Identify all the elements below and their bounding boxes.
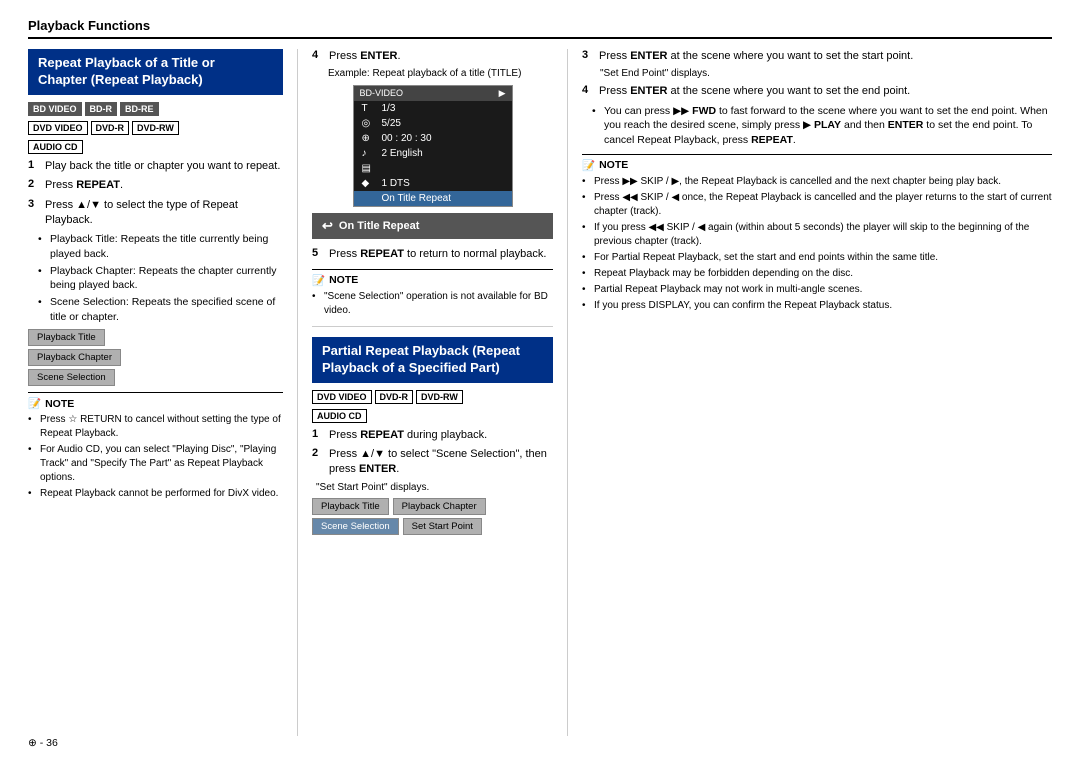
menu-row-dts: ◆1 DTS (354, 176, 512, 191)
note-icon-left: 📝 (28, 397, 41, 410)
right-step-3: 3 Press ENTER at the scene where you wan… (582, 49, 1052, 64)
partial-ui-btn-row-1: Playback Title Playback Chapter (312, 498, 553, 515)
note-icon-right: 📝 (582, 159, 595, 172)
partial-ui-btn-row-2: Scene Selection Set Start Point (312, 518, 553, 535)
note-icon-mid: 📝 (312, 274, 325, 287)
note-box-left: 📝 NOTE Press ☆ RETURN to cancel without … (28, 392, 283, 501)
partial-badge-dvd-r: DVD-R (375, 390, 414, 404)
right-step4-bullets: You can press ▶▶ FWD to fast forward to … (592, 104, 1052, 148)
page-title: Playback Functions (28, 18, 150, 33)
partial-step-2: 2 Press ▲/▼ to select "Scene Selection",… (312, 447, 553, 478)
step-2: 2 Press REPEAT. (28, 178, 283, 193)
menu-header: BD-VIDEO ▶ (354, 86, 512, 101)
badge-dvd-video: DVD VIDEO (28, 121, 88, 135)
page-number: ⊕ - 36 (28, 737, 58, 749)
menu-row-title: T1/3 (354, 101, 512, 116)
note-item-right-2: Press ◀◀ SKIP / ◀ once, the Repeat Playb… (582, 191, 1052, 219)
mid-step-4: 4 Press ENTER. (312, 49, 553, 64)
partial-btn-scene: Scene Selection (312, 518, 399, 535)
col-left: Repeat Playback of a Title or Chapter (R… (28, 49, 298, 736)
partial-section-title: Partial Repeat Playback (Repeat Playback… (312, 337, 553, 383)
badge-bd-r: BD-R (85, 102, 118, 116)
note-item-1: Press ☆ RETURN to cancel without setting… (28, 413, 283, 441)
right-step-4: 4 Press ENTER at the scene where you wan… (582, 84, 1052, 99)
partial-ui-buttons: Playback Title Playback Chapter Scene Se… (312, 498, 553, 535)
badge-bd-video: BD VIDEO (28, 102, 82, 116)
note-item-3: Repeat Playback cannot be performed for … (28, 487, 283, 501)
ui-btn-row-1: Playback Title (28, 329, 283, 346)
menu-row-chapter: ◎5/25 (354, 116, 512, 131)
note-item-mid-1: "Scene Selection" operation is not avail… (312, 290, 553, 318)
main-grid: Repeat Playback of a Title or Chapter (R… (28, 49, 1052, 736)
col-mid: 4 Press ENTER. Example: Repeat playback … (298, 49, 568, 736)
repeat-section-title: Repeat Playback of a Title or Chapter (R… (28, 49, 283, 95)
example-text: Example: Repeat playback of a title (TIT… (328, 68, 553, 79)
note-item-right-6: Partial Repeat Playback may not work in … (582, 283, 1052, 297)
format-badges-row2: DVD VIDEO DVD-R DVD-RW (28, 121, 283, 135)
btn-playback-title: Playback Title (28, 329, 105, 346)
on-title-icon: ↩ (322, 218, 333, 234)
bullet-scene-selection: Scene Selection: Repeats the specified s… (38, 295, 283, 324)
mid-step-5: 5 Press REPEAT to return to normal playb… (312, 247, 553, 262)
partial-badge-dvd-rw: DVD-RW (416, 390, 463, 404)
btn-scene-selection: Scene Selection (28, 369, 115, 386)
bullet-playback-title: Playback Title: Repeats the title curren… (38, 232, 283, 261)
menu-screenshot: BD-VIDEO ▶ T1/3 ◎5/25 ⊕00 : 20 : 30 ♪2 E… (353, 85, 513, 207)
badge-dvd-r: DVD-R (91, 121, 130, 135)
repeat-type-bullets: Playback Title: Repeats the title curren… (38, 232, 283, 324)
page: Playback Functions Repeat Playback of a … (0, 0, 1080, 763)
format-badges-row1: BD VIDEO BD-R BD-RE (28, 102, 283, 116)
mid-divider (312, 326, 553, 327)
note-item-right-4: For Partial Repeat Playback, set the sta… (582, 251, 1052, 265)
menu-row-on-title: On Title Repeat (354, 191, 512, 206)
page-footer: ⊕ - 36 (28, 737, 58, 749)
partial-badges-row1: DVD VIDEO DVD-R DVD-RW (312, 390, 553, 404)
right-step3-sub: "Set End Point" displays. (600, 68, 1052, 79)
note-box-mid: 📝 NOTE "Scene Selection" operation is no… (312, 269, 553, 318)
col-right: 3 Press ENTER at the scene where you wan… (568, 49, 1052, 736)
on-title-bar: ↩ On Title Repeat (312, 213, 553, 239)
partial-btn-title: Playback Title (312, 498, 389, 515)
note-item-right-1: Press ▶▶ SKIP / ▶, the Repeat Playback i… (582, 175, 1052, 189)
partial-sub-note: "Set Start Point" displays. (316, 482, 553, 493)
note-item-right-3: If you press ◀◀ SKIP / ◀ again (within a… (582, 221, 1052, 249)
note-item-right-7: If you press DISPLAY, you can confirm th… (582, 299, 1052, 313)
right-bullet-fwd: You can press ▶▶ FWD to fast forward to … (592, 104, 1052, 148)
ui-btn-row-3: Scene Selection (28, 369, 283, 386)
partial-badge-dvd-video: DVD VIDEO (312, 390, 372, 404)
note-title-mid: 📝 NOTE (312, 274, 553, 287)
ui-btn-row-2: Playback Chapter (28, 349, 283, 366)
partial-btn-chapter: Playback Chapter (393, 498, 486, 515)
badge-audio-cd: AUDIO CD (28, 140, 83, 154)
step-1: 1 Play back the title or chapter you wan… (28, 159, 283, 174)
partial-btn-start: Set Start Point (403, 518, 482, 535)
menu-row-time: ⊕00 : 20 : 30 (354, 131, 512, 146)
partial-section: Partial Repeat Playback (Repeat Playback… (312, 337, 553, 535)
badge-dvd-rw: DVD-RW (132, 121, 179, 135)
format-badges-row3: AUDIO CD (28, 140, 283, 154)
menu-row-subtitle: ▤ (354, 161, 512, 176)
menu-row-audio: ♪2 English (354, 146, 512, 161)
partial-step-1: 1 Press REPEAT during playback. (312, 428, 553, 443)
note-title-right: 📝 NOTE (582, 159, 1052, 172)
partial-badge-audio-cd: AUDIO CD (312, 409, 367, 423)
note-item-right-5: Repeat Playback may be forbidden dependi… (582, 267, 1052, 281)
page-header: Playback Functions (28, 18, 1052, 39)
badge-bd-re: BD-RE (120, 102, 159, 116)
btn-playback-chapter: Playback Chapter (28, 349, 121, 366)
note-box-right: 📝 NOTE Press ▶▶ SKIP / ▶, the Repeat Pla… (582, 154, 1052, 313)
note-item-2: For Audio CD, you can select "Playing Di… (28, 443, 283, 485)
repeat-type-ui-buttons: Playback Title Playback Chapter Scene Se… (28, 329, 283, 386)
note-title-left: 📝 NOTE (28, 397, 283, 410)
partial-badges-row2: AUDIO CD (312, 409, 553, 423)
bullet-playback-chapter: Playback Chapter: Repeats the chapter cu… (38, 264, 283, 293)
step-3: 3 Press ▲/▼ to select the type of Repeat… (28, 198, 283, 229)
